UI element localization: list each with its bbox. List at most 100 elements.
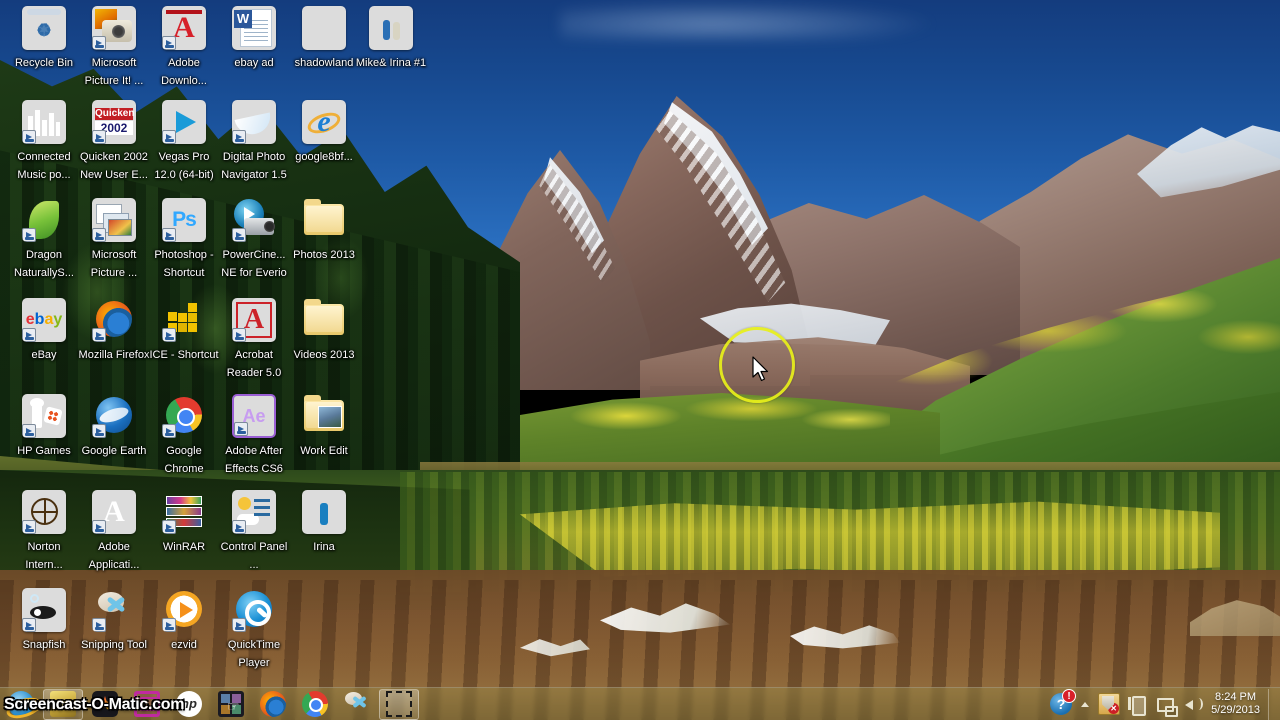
qt-icon: [232, 588, 276, 632]
security-shield-icon[interactable]: ✕: [1098, 693, 1121, 715]
desktop-icon-videos-2013[interactable]: Videos 2013: [288, 298, 360, 363]
desktop-icon-label: WinRAR: [162, 541, 206, 553]
help-alert-icon[interactable]: [1050, 689, 1077, 715]
shortcut-arrow-icon: [234, 422, 248, 436]
desktop-icon-recycle-bin[interactable]: Recycle Bin: [8, 6, 80, 71]
desktop-icon-irina[interactable]: Irina: [288, 490, 360, 555]
network-icon[interactable]: [1154, 693, 1179, 717]
ae-icon: Ae: [232, 394, 276, 438]
power-plug-icon[interactable]: [1126, 693, 1148, 716]
taskbar-button-internet-explorer[interactable]: [1, 689, 41, 720]
desktop-icon-photoshop-shortcut[interactable]: Ps Photoshop - Shortcut: [148, 198, 220, 281]
desktop-icon-winrar[interactable]: WinRAR: [148, 490, 220, 555]
taskbar-button-media-app[interactable]: [85, 689, 125, 720]
shortcut-arrow-icon: [92, 520, 106, 534]
desktop-icon-label: HP Games: [17, 445, 71, 457]
desktop-icon-vegas-pro-12-0-64-bit[interactable]: Vegas Pro 12.0 (64-bit): [148, 100, 220, 183]
taskbar-button-google-chrome[interactable]: [295, 689, 335, 720]
desktop-icon-label: Control Panel ...: [220, 541, 288, 571]
shortcut-arrow-icon: [232, 618, 246, 632]
camera-icon: [92, 6, 136, 50]
desktop-icon-ice-shortcut[interactable]: ICE - Shortcut: [148, 298, 220, 363]
desktop-icon-grid: Recycle Bin Microsoft Picture It! ... A Ado…: [0, 0, 426, 690]
desktop-icon-label: Connected Music po...: [17, 151, 71, 181]
desktop-icon-snipping-tool[interactable]: Snipping Tool: [78, 588, 150, 653]
system-tray: ✕ 8:24 PM 5/29/2013: [1047, 688, 1280, 720]
ff-icon: [92, 298, 136, 342]
gearth-icon: [92, 394, 136, 438]
taskbar-button-snipping-tool[interactable]: [337, 689, 377, 720]
desktop-icon-label: Photos 2013: [293, 249, 355, 261]
desktop-icon-snapfish[interactable]: Snapfish: [8, 588, 80, 653]
shortcut-arrow-icon: [92, 618, 106, 632]
desktop-icon-label: Google Chrome: [164, 445, 204, 475]
desktop-icon-control-panel[interactable]: Control Panel ...: [218, 490, 290, 573]
taskbar-button-hp-support[interactable]: [169, 689, 209, 720]
desktop-icon-powercine-ne-for-everio[interactable]: PowerCine... NE for Everio: [218, 198, 290, 281]
shortcut-arrow-icon: [162, 228, 176, 242]
screen-recorder-icon: [386, 691, 412, 717]
desktop-icon-google-earth[interactable]: Google Earth: [78, 394, 150, 459]
desktop-icon-hp-games[interactable]: HP Games: [8, 394, 80, 459]
desktop-icon-label: google8bf...: [295, 151, 353, 163]
taskbar-button-screen-recorder[interactable]: [379, 688, 419, 720]
shortcut-arrow-icon: [22, 424, 36, 438]
desktop-icon-label: Adobe Downlo...: [161, 57, 207, 87]
desktop-icon-quicktime-player[interactable]: QuickTime Player: [218, 588, 290, 671]
cloud-wisp: [560, 0, 940, 40]
volume-icon[interactable]: [1182, 693, 1204, 715]
taskbar-button-tiles-app[interactable]: ☞: [211, 689, 251, 720]
dpn-icon: [232, 100, 276, 144]
snapfish-icon: [22, 588, 66, 632]
shortcut-arrow-icon: [232, 328, 246, 342]
ps-icon: Ps: [162, 198, 206, 242]
show-hidden-icons[interactable]: [1078, 695, 1092, 713]
taskbar-button-mozilla-firefox[interactable]: [253, 689, 293, 720]
desktop-icon-ezvid[interactable]: ezvid: [148, 588, 220, 653]
shortcut-arrow-icon: [232, 228, 246, 242]
shortcut-arrow-icon: [162, 130, 176, 144]
desktop-icon-label: Photoshop - Shortcut: [154, 249, 214, 279]
desktop-icon-adobe-after-effects-cs6[interactable]: Ae Adobe After Effects CS6: [218, 394, 290, 477]
desktop-icon-quicken-2002-new-user-e[interactable]: Quicken 2002 Quicken 2002 New User E...: [78, 100, 150, 183]
desktop-icon-label: ICE - Shortcut: [149, 349, 219, 361]
taskbar-clock[interactable]: 8:24 PM 5/29/2013: [1207, 691, 1268, 717]
desktop-icon-adobe-applicati[interactable]: A Adobe Applicati...: [78, 490, 150, 573]
desktop-icon-microsoft-picture[interactable]: Microsoft Picture ...: [78, 198, 150, 281]
taskbar-button-yellow-app[interactable]: [43, 688, 83, 720]
screencast-app-icon: [134, 691, 160, 717]
desktop-icon-google-chrome[interactable]: Google Chrome: [148, 394, 220, 477]
desktop-icon-digital-photo-navigator-1-5[interactable]: Digital Photo Navigator 1.5: [218, 100, 290, 183]
desktop-icon-ebay-ad[interactable]: Webay ad: [218, 6, 290, 71]
desktop-icon-acrobat-reader-5-0[interactable]: A Acrobat Reader 5.0: [218, 298, 290, 381]
desktop-icon-label: Dragon NaturallyS...: [14, 249, 74, 279]
desktop-icon-mozilla-firefox[interactable]: Mozilla Firefox: [78, 298, 150, 363]
taskbar[interactable]: ☞ ✕ 8:24 PM 5/29/2013: [0, 687, 1280, 720]
desktop-icon-ebay[interactable]: ebay eBay: [8, 298, 80, 363]
desktop-icon-label: Mozilla Firefox: [78, 349, 150, 361]
desktop-icon-microsoft-picture-it[interactable]: Microsoft Picture It! ...: [78, 6, 150, 89]
shortcut-arrow-icon: [162, 618, 176, 632]
google-chrome-icon: [302, 691, 328, 717]
desktop-icon-connected-music-po[interactable]: Connected Music po...: [8, 100, 80, 183]
desktop-icon-work-edit[interactable]: Work Edit: [288, 394, 360, 459]
desktop-icon-dragon-naturallys[interactable]: Dragon NaturallyS...: [8, 198, 80, 281]
recycle-icon: [22, 6, 66, 50]
desktop-icon-label: eBay: [31, 349, 57, 361]
desktop-icon-adobe-downlo[interactable]: A Adobe Downlo...: [148, 6, 220, 89]
chrome-icon: [162, 394, 206, 438]
desktop-icon-shadowland[interactable]: shadowland: [288, 6, 360, 71]
desktop-icon-mike-irina-1[interactable]: Mike& Irina #1: [355, 6, 427, 71]
desktop-icon-label: QuickTime Player: [227, 639, 281, 669]
show-desktop-button[interactable]: [1268, 688, 1278, 720]
taskbar-button-screencast-app[interactable]: [127, 689, 167, 720]
desktop-icon-norton-intern[interactable]: Norton Intern...: [8, 490, 80, 573]
folderpic-icon: [302, 394, 346, 438]
desktop-icon-label: Quicken 2002 New User E...: [80, 151, 148, 181]
desktop-icon-google8bf[interactable]: e google8bf...: [288, 100, 360, 165]
desktop-icon-photos-2013[interactable]: Photos 2013: [288, 198, 360, 263]
desktop-icon-label: ebay ad: [234, 57, 274, 69]
lake-gold-reflection: [520, 501, 1220, 577]
desktop-icon-label: Digital Photo Navigator 1.5: [221, 151, 287, 181]
shortcut-arrow-icon: [232, 130, 246, 144]
